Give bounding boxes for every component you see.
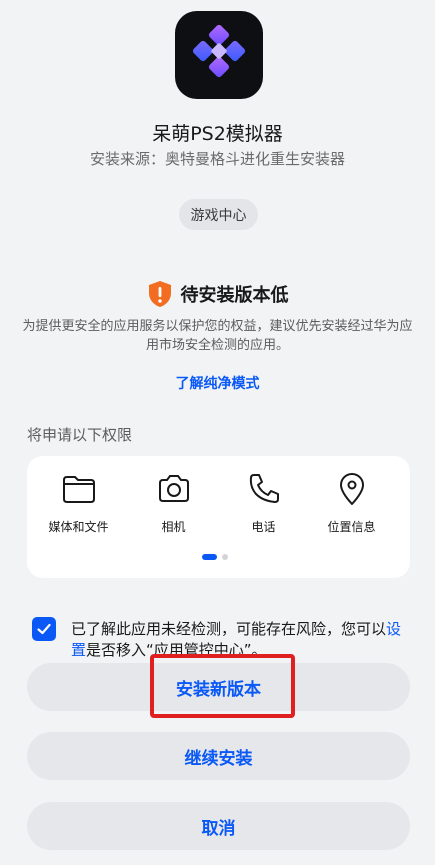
consent-text-after: 是否移入“应用管控中心”。 (86, 641, 267, 659)
ps2-emulator-app-icon (192, 25, 246, 78)
warning-description: 为提供更安全的应用服务以保护您的权益，建议优先安装经过华为应用市场安全检测的应用… (22, 319, 413, 353)
consent-text-before: 已了解此应用未经检测，可能存在风险，您可以 (71, 620, 387, 638)
page-dot-active[interactable] (202, 554, 217, 560)
permission-label: 相机 (161, 520, 186, 534)
consent-text: 已了解此应用未经检测，可能存在风险，您可以设置是否移入“应用管控中心”。 (71, 619, 416, 661)
permission-label: 电话 (251, 520, 276, 534)
permissions-heading: 将申请以下权限 (27, 426, 133, 444)
permission-label: 位置信息 (327, 520, 376, 534)
app-icon (175, 11, 263, 99)
continue-install-button[interactable]: 继续安装 (27, 732, 410, 780)
location-icon (339, 473, 364, 505)
phone-icon (249, 474, 279, 503)
permission-item-phone: 电话 (216, 470, 311, 535)
install-new-version-button[interactable]: 安装新版本 (27, 663, 410, 711)
shield-warning-icon (148, 281, 171, 307)
camera-icon (158, 475, 189, 502)
permission-item-camera: 相机 (126, 470, 221, 535)
warning-title: 待安装版本低 (180, 285, 289, 306)
learn-pure-mode-link[interactable]: 了解纯净模式 (0, 373, 435, 393)
page-indicator[interactable] (202, 554, 228, 560)
folder-icon (62, 476, 95, 503)
permission-item-location: 位置信息 (304, 470, 399, 535)
page-dot[interactable] (222, 554, 228, 560)
consent-checkbox[interactable] (32, 617, 56, 641)
install-source: 安装来源：奥特曼格斗进化重生安装器 (89, 150, 345, 168)
app-name: 呆萌PS2模拟器 (152, 123, 283, 145)
warning-header: 待安装版本低 (0, 280, 435, 308)
category-chip[interactable]: 游戏中心 (179, 199, 258, 230)
checkmark-icon (37, 623, 51, 635)
permission-item-media: 媒体和文件 (31, 470, 126, 535)
permissions-card[interactable]: 媒体和文件 相机 电话 位置信息 (27, 456, 410, 578)
cancel-button[interactable]: 取消 (27, 802, 410, 850)
permission-label: 媒体和文件 (48, 520, 109, 534)
